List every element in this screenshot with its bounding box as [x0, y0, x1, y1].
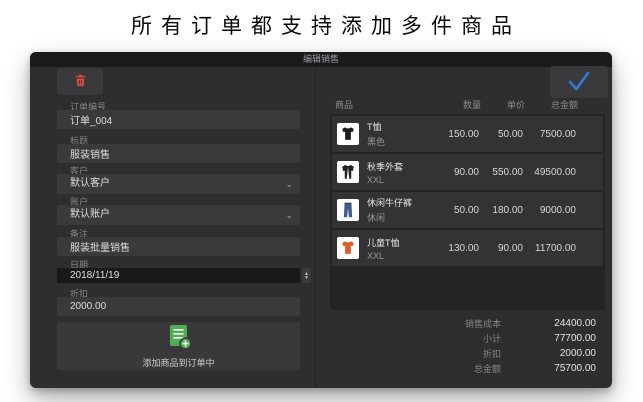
table-header-row: 商品 数量 单价 总金额: [330, 98, 605, 111]
row-quantity: 50.00: [453, 204, 479, 216]
table-row[interactable]: 儿童T恤 XXL 130.00 90.00 11700.00: [332, 230, 603, 266]
summary-value: 2000.00: [559, 348, 596, 359]
row-unit-price: 180.00: [492, 204, 523, 216]
header-product: 商品: [335, 100, 354, 110]
window-titlebar: 编辑销售: [30, 52, 612, 67]
table-row[interactable]: 休闲牛仔裤 休闲 50.00 180.00 9000.00: [332, 192, 603, 228]
summary-label: 折扣: [482, 349, 501, 359]
summary-row-discount: 折扣 2000.00: [330, 346, 596, 361]
table-row[interactable]: 秋季外套 XXL 90.00 550.00 49500.00: [332, 154, 603, 190]
row-quantity: 90.00: [453, 166, 479, 178]
date-input[interactable]: 2018/11/19: [57, 268, 300, 283]
note-input[interactable]: [57, 237, 300, 256]
customer-select-value: 默认客户: [70, 178, 110, 189]
chevron-down-icon: ⌄: [285, 210, 293, 220]
panel-divider: [315, 67, 316, 388]
title-input[interactable]: [57, 144, 300, 163]
summary-value: 24400.00: [554, 318, 596, 329]
row-total: 7500.00: [539, 128, 576, 140]
summary-label: 总金额: [473, 364, 501, 374]
jacket-icon: [337, 161, 359, 183]
summary-label: 小计: [482, 334, 501, 344]
product-variant: XXL: [367, 250, 385, 261]
summary-value: 75700.00: [554, 363, 596, 374]
date-stepper[interactable]: ▲ ▼: [302, 268, 311, 283]
order-summary: 销售成本 24400.00 小计 77700.00 折扣 2000.00 总金额…: [330, 316, 596, 376]
check-icon: [566, 70, 592, 95]
summary-row-cost: 销售成本 24400.00: [330, 316, 596, 331]
row-quantity: 150.00: [448, 128, 479, 140]
row-total: 9000.00: [539, 204, 576, 216]
header-unit-price: 单价: [506, 100, 525, 110]
screenshot: 所有订单都支持添加多件商品 编辑销售 订单编号 订单_004 标题 服装销售 客…: [0, 0, 643, 402]
jeans-icon: [337, 199, 359, 221]
table-row[interactable]: T恤 黑色 150.00 50.00 7500.00: [332, 116, 603, 152]
trash-icon: [73, 73, 88, 91]
product-name: 休闲牛仔裤: [367, 198, 413, 208]
product-variant: 休闲: [367, 213, 386, 223]
tshirt-orange-icon: [337, 237, 359, 259]
row-unit-price: 90.00: [497, 242, 523, 254]
chevron-down-icon: ⌄: [285, 179, 293, 189]
product-name: 秋季外套: [367, 161, 404, 172]
add-products-label: 添加商品到订单中: [142, 357, 215, 368]
summary-row-subtotal: 小计 77700.00: [330, 331, 596, 346]
page-title: 所有订单都支持添加多件商品: [131, 14, 521, 38]
product-variant: XXL: [367, 174, 385, 185]
stepper-down-icon: ▼: [304, 274, 309, 281]
row-quantity: 130.00: [448, 242, 479, 254]
product-name: 儿童T恤: [367, 237, 400, 248]
window-title: 编辑销售: [302, 54, 339, 64]
add-products-button[interactable]: 添加商品到订单中: [57, 322, 300, 370]
row-total: 49500.00: [534, 166, 576, 178]
account-select-value: 默认账户: [70, 209, 110, 220]
summary-value: 77700.00: [554, 333, 596, 344]
product-variant: 黑色: [367, 137, 386, 147]
discount-input[interactable]: [57, 297, 300, 316]
invoice-add-icon: [166, 324, 192, 352]
header-total: 总金额: [550, 100, 578, 110]
row-unit-price: 50.00: [497, 128, 523, 140]
customer-select[interactable]: 默认客户 ⌄: [57, 174, 300, 194]
summary-label: 销售成本: [464, 319, 501, 329]
tshirt-black-icon: [337, 123, 359, 145]
product-name: T恤: [367, 122, 382, 132]
confirm-button[interactable]: [550, 66, 608, 98]
account-select[interactable]: 默认账户 ⌄: [57, 205, 300, 225]
header-quantity: 数量: [462, 100, 481, 110]
row-total: 11700.00: [535, 242, 576, 254]
delete-order-button[interactable]: [57, 68, 103, 95]
order-number-input[interactable]: [57, 110, 300, 129]
row-unit-price: 550.00: [492, 166, 523, 178]
products-table: T恤 黑色 150.00 50.00 7500.00 秋季外套 XXL 90.0…: [330, 114, 605, 310]
edit-sale-window: 编辑销售 订单编号 标题 客户: [30, 52, 612, 388]
summary-row-total: 总金额 75700.00: [330, 361, 596, 376]
